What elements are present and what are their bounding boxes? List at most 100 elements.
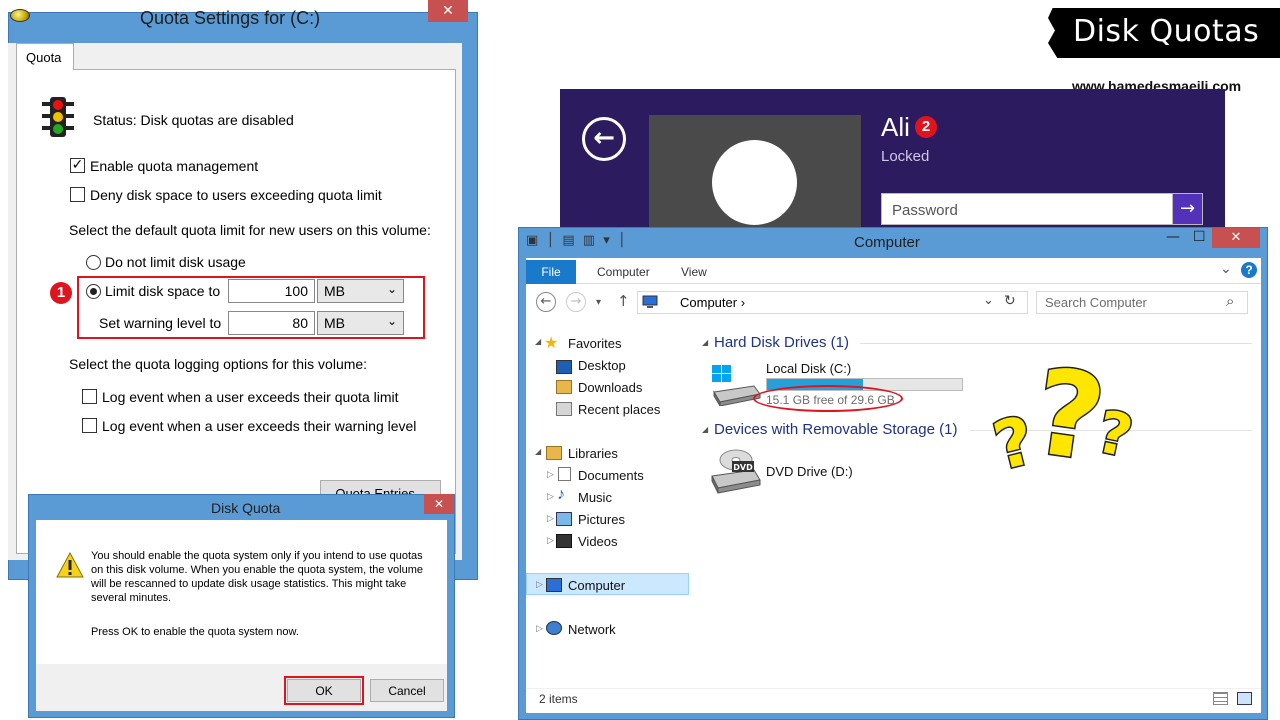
enable-quota-checkbox[interactable]: ✓ (70, 158, 85, 173)
sidebar-item-documents[interactable]: Documents (578, 468, 644, 483)
collapse-arrow-icon[interactable]: ▷ (547, 535, 554, 546)
chevron-down-icon: ⌄ (386, 314, 397, 328)
item-count: 2 items (539, 692, 578, 706)
sidebar-item-computer[interactable]: Computer (568, 578, 625, 593)
back-arrow-icon[interactable]: ← (582, 117, 626, 161)
address-bar[interactable]: Computer › (637, 291, 1028, 314)
group-hard-disk-drives[interactable]: Hard Disk Drives (1) (714, 334, 849, 351)
search-icon[interactable]: ⌕ (1226, 292, 1234, 310)
dialog-title: Disk Quota (211, 500, 281, 516)
sidebar-item-videos[interactable]: Videos (578, 534, 618, 549)
explorer-body (526, 258, 1261, 713)
tab-file[interactable]: File (526, 260, 576, 284)
limit-space-unit-select[interactable]: MB ⌄ (317, 279, 404, 303)
desktop-icon (556, 360, 572, 374)
star-icon: ★ (544, 335, 559, 352)
limit-unit-value: MB (324, 283, 345, 299)
recent-locations-icon[interactable]: ▾ (596, 297, 601, 308)
ribbon-collapse-icon[interactable]: ⌄ (1220, 261, 1232, 277)
close-button[interactable]: ✕ (428, 0, 468, 22)
explorer-close-button[interactable]: ✕ (1212, 228, 1260, 248)
details-view-icon[interactable] (1213, 692, 1228, 705)
quick-access-toolbar[interactable]: ▣ │ ▤ ▥ ▾ │ (526, 233, 628, 248)
local-disk-name[interactable]: Local Disk (C:) (766, 361, 851, 376)
forward-button[interactable]: → (566, 292, 586, 312)
collapse-arrow-icon[interactable]: ▷ (536, 623, 543, 634)
logging-heading: Select the quota logging options for thi… (69, 356, 368, 372)
warning-level-unit-select[interactable]: MB ⌄ (317, 311, 404, 335)
ok-highlight-box (284, 676, 364, 705)
large-icons-view-icon[interactable] (1237, 692, 1252, 705)
dvd-label: DVD (733, 463, 753, 472)
lock-status: Locked (881, 148, 930, 165)
collapse-arrow-icon[interactable]: ▷ (547, 491, 554, 502)
expand-arrow-icon[interactable]: ◢ (535, 337, 541, 346)
lock-username: Ali (881, 112, 910, 142)
avatar (712, 140, 797, 225)
chevron-down-icon: ⌄ (386, 282, 397, 296)
window-title: Quota Settings for (C:) (140, 8, 321, 28)
no-limit-radio[interactable] (86, 255, 101, 270)
cancel-button[interactable]: Cancel (370, 679, 444, 702)
maximize-button[interactable]: ☐ (1193, 229, 1206, 245)
group-removable-storage[interactable]: Devices with Removable Storage (1) (714, 421, 957, 438)
tab-computer[interactable]: Computer (597, 265, 650, 279)
recent-places-icon (556, 402, 572, 416)
dialog-close-button[interactable]: ✕ (424, 494, 454, 514)
downloads-folder-icon (556, 380, 572, 394)
limit-space-input[interactable]: 100 (228, 279, 315, 303)
deny-space-checkbox[interactable] (70, 187, 85, 202)
log-limit-label: Log event when a user exceeds their quot… (102, 389, 399, 405)
dialog-prompt: Press OK to enable the quota system now. (91, 626, 299, 638)
libraries-icon (546, 446, 562, 460)
back-button[interactable]: ← (536, 292, 556, 312)
group-collapse-icon[interactable]: ◢ (702, 338, 708, 347)
expand-arrow-icon[interactable]: ◢ (535, 447, 541, 456)
collapse-arrow-icon[interactable]: ▷ (547, 469, 554, 480)
step-badge-2: 2 (915, 116, 937, 138)
enable-quota-label: Enable quota management (90, 158, 259, 174)
dialog-message: You should enable the quota system only … (91, 550, 424, 604)
submit-arrow-button[interactable]: → (1172, 193, 1203, 225)
free-space-highlight (753, 385, 903, 412)
minimize-button[interactable]: — (1166, 229, 1180, 245)
address-dropdown-icon[interactable]: ⌄ (983, 293, 994, 308)
sidebar-item-recent-places[interactable]: Recent places (578, 402, 660, 417)
collapse-arrow-icon[interactable]: ▷ (536, 579, 543, 590)
dvd-drive-name[interactable]: DVD Drive (D:) (766, 464, 853, 479)
tab-quota[interactable]: Quota (16, 43, 74, 70)
sidebar-item-network[interactable]: Network (568, 622, 616, 637)
quota-status-text: Status: Disk quotas are disabled (93, 112, 294, 128)
step-badge-1: 1 (50, 282, 72, 304)
computer-icon (546, 578, 562, 592)
warning-level-label: Set warning level to (99, 315, 222, 331)
documents-icon (558, 467, 571, 481)
sidebar-item-music[interactable]: Music (578, 490, 612, 505)
no-limit-label: Do not limit disk usage (105, 254, 246, 270)
collapse-arrow-icon[interactable]: ▷ (547, 513, 554, 524)
password-field[interactable]: Password (881, 193, 1173, 225)
deny-space-label: Deny disk space to users exceeding quota… (90, 187, 382, 203)
refresh-icon[interactable]: ↻ (1004, 293, 1016, 309)
search-input[interactable]: Search Computer (1036, 291, 1248, 314)
group-collapse-icon[interactable]: ◢ (702, 425, 708, 434)
music-icon: ♪ (557, 486, 565, 503)
pictures-icon (556, 512, 572, 526)
sidebar-item-downloads[interactable]: Downloads (578, 380, 642, 395)
sidebar-item-libraries[interactable]: Libraries (568, 446, 618, 461)
tab-view[interactable]: View (681, 265, 707, 279)
search-placeholder: Search Computer (1045, 295, 1147, 310)
limit-space-radio[interactable] (86, 284, 101, 299)
help-icon[interactable]: ? (1241, 262, 1257, 278)
log-warning-checkbox[interactable] (82, 418, 97, 433)
warning-level-input[interactable]: 80 (228, 311, 315, 335)
sidebar-item-pictures[interactable]: Pictures (578, 512, 625, 527)
log-limit-checkbox[interactable] (82, 389, 97, 404)
sidebar-item-desktop[interactable]: Desktop (578, 358, 626, 373)
traffic-light-icon (42, 97, 74, 137)
sidebar-item-favorites[interactable]: Favorites (568, 336, 621, 351)
videos-icon (556, 534, 572, 548)
warning-icon (56, 552, 84, 578)
up-button[interactable]: ↑ (617, 292, 630, 310)
default-limit-heading: Select the default quota limit for new u… (69, 222, 431, 238)
